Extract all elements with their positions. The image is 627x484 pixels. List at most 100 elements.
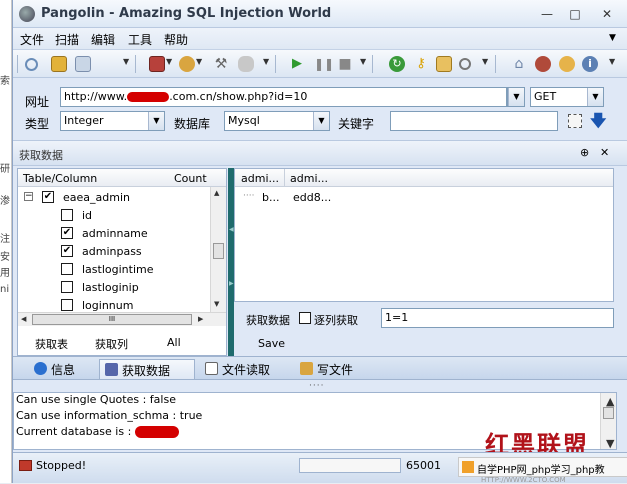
- play-icon[interactable]: ▶: [289, 56, 305, 72]
- result-cell[interactable]: edd8...: [293, 191, 331, 204]
- toolbar-dropdown-icon[interactable]: ▼: [123, 57, 129, 66]
- home-icon[interactable]: ⌂: [511, 56, 527, 72]
- toolbar-dropdown-icon[interactable]: ▼: [263, 57, 269, 66]
- stop-icon[interactable]: ■: [337, 56, 353, 72]
- key-icon[interactable]: ⚷: [413, 56, 429, 72]
- column-checkbox[interactable]: [61, 281, 73, 293]
- chevron-down-icon: ▼: [313, 112, 329, 130]
- get-columns-button[interactable]: 获取列: [95, 336, 128, 352]
- maximize-button[interactable]: □: [565, 6, 585, 22]
- url-input[interactable]: http://www. .com.cn/show.php?id=10: [60, 87, 507, 107]
- wrench-icon[interactable]: ⚒: [213, 56, 229, 72]
- column-checkbox[interactable]: [61, 209, 73, 221]
- scrollbar-thumb[interactable]: [213, 243, 224, 259]
- gutter-mark: 注: [0, 234, 10, 245]
- toolbar-dropdown-icon[interactable]: ▼: [166, 57, 172, 66]
- scroll-right-icon[interactable]: ▶: [198, 315, 203, 323]
- database-select[interactable]: Mysql ▼: [224, 111, 330, 131]
- search-icon[interactable]: [25, 58, 38, 71]
- overlay-text: 自学PHP网_php学习_php教: [477, 465, 605, 476]
- save-button[interactable]: Save: [258, 337, 285, 350]
- column-header-table[interactable]: Table/Column: [23, 172, 97, 185]
- column-header-count[interactable]: Count: [174, 172, 207, 185]
- chevron-down-icon: ▼: [587, 88, 603, 106]
- scroll-down-icon[interactable]: ▼: [604, 437, 614, 453]
- minimize-button[interactable]: —: [537, 6, 557, 22]
- bug-icon[interactable]: [535, 56, 551, 72]
- tab-file-read[interactable]: 文件读取: [200, 359, 276, 379]
- tab-info[interactable]: 信息: [29, 359, 81, 379]
- log-vertical-scrollbar[interactable]: ▲ ▼: [600, 393, 616, 450]
- type-select[interactable]: Integer ▼: [60, 111, 165, 131]
- get-tables-button[interactable]: 获取表: [35, 336, 68, 352]
- menu-overflow-icon[interactable]: ▼: [609, 33, 616, 43]
- tree-column-item[interactable]: adminpass: [82, 245, 142, 258]
- tree-column-item[interactable]: adminname: [82, 227, 148, 240]
- chevron-down-icon: ▼: [508, 88, 524, 106]
- tree-column-item[interactable]: lastlogintime: [82, 263, 154, 276]
- resize-grip[interactable]: ····: [309, 381, 324, 391]
- column-checkbox[interactable]: ✔: [61, 227, 73, 239]
- column-checkbox[interactable]: [61, 299, 73, 311]
- upload-icon[interactable]: [559, 56, 575, 72]
- row-by-row-checkbox[interactable]: [299, 312, 311, 324]
- result-column-header[interactable]: admi...: [241, 172, 279, 185]
- tree-horizontal-scrollbar[interactable]: ◀ III ▶: [18, 312, 226, 326]
- pin-icon[interactable]: ⊕: [580, 146, 589, 159]
- copy-icon[interactable]: [51, 56, 67, 72]
- keyword-input[interactable]: [390, 111, 558, 131]
- refresh-icon[interactable]: ↻: [389, 56, 405, 72]
- pause-icon[interactable]: ❚❚: [314, 56, 334, 72]
- column-checkbox[interactable]: ✔: [61, 245, 73, 257]
- table-checkbox[interactable]: ✔: [42, 191, 54, 203]
- result-column-header[interactable]: admi...: [290, 172, 328, 185]
- keyword-options-icon[interactable]: [568, 114, 582, 128]
- column-divider: [284, 169, 285, 186]
- url-history-dropdown[interactable]: ▼: [507, 87, 525, 107]
- menu-scan[interactable]: 扫描: [55, 31, 79, 48]
- menu-help[interactable]: 帮助: [164, 31, 188, 48]
- tab-fetch-data[interactable]: 获取数据: [99, 359, 195, 379]
- scroll-down-icon[interactable]: ▼: [214, 300, 219, 308]
- result-cell[interactable]: b...: [262, 191, 279, 204]
- toolbar-dropdown-icon[interactable]: ▼: [196, 57, 202, 66]
- title-bar[interactable]: Pangolin - Amazing SQL Injection World —…: [13, 0, 627, 28]
- scrollbar-thumb[interactable]: III: [32, 314, 192, 325]
- menu-edit[interactable]: 编辑: [91, 31, 115, 48]
- export-icon[interactable]: [75, 56, 91, 72]
- panel-header: 获取数据 ⊕ ✕: [13, 140, 627, 166]
- find-icon[interactable]: [459, 58, 471, 70]
- menu-file[interactable]: 文件: [20, 31, 44, 48]
- tree-table-label[interactable]: eaea_admin: [63, 191, 130, 204]
- tree-column-item[interactable]: loginnum: [82, 299, 133, 312]
- scroll-left-icon[interactable]: ◀: [21, 315, 26, 323]
- toolbar-dropdown-icon[interactable]: ▼: [360, 57, 366, 66]
- browse-icon[interactable]: [436, 56, 452, 72]
- tab-label: 信息: [51, 363, 76, 377]
- tree-column-item[interactable]: lastloginip: [82, 281, 139, 294]
- splitter-right-icon[interactable]: ▶: [229, 280, 234, 287]
- status-text: Stopped!: [36, 459, 87, 472]
- scroll-up-icon[interactable]: ▲: [214, 189, 219, 197]
- method-select[interactable]: GET ▼: [530, 87, 604, 107]
- menu-tools[interactable]: 工具: [128, 31, 152, 48]
- tree-vertical-scrollbar[interactable]: ▲ ▼: [210, 187, 226, 312]
- tree-column-item[interactable]: id: [82, 209, 92, 222]
- select-all-button[interactable]: All: [167, 336, 181, 349]
- splitter-left-icon[interactable]: ◀: [229, 226, 234, 233]
- panel-close-button[interactable]: ✕: [600, 146, 609, 159]
- tab-write-file[interactable]: 写文件: [295, 359, 359, 379]
- toolbar-dropdown-icon[interactable]: ▼: [482, 57, 488, 66]
- gutter-mark: 用: [0, 268, 10, 279]
- scrollbar-thumb[interactable]: [603, 407, 614, 419]
- database-icon[interactable]: [238, 56, 254, 72]
- table-icon[interactable]: [149, 56, 165, 72]
- range-input[interactable]: 1=1: [381, 308, 614, 328]
- arrow-down-icon[interactable]: 🡇: [590, 110, 606, 137]
- close-button[interactable]: ✕: [597, 6, 617, 22]
- column-checkbox[interactable]: [61, 263, 73, 275]
- info-icon[interactable]: i: [582, 56, 598, 72]
- toolbar-dropdown-icon[interactable]: ▼: [609, 57, 615, 66]
- tools-icon[interactable]: [179, 56, 195, 72]
- collapse-toggle-icon[interactable]: −: [24, 192, 33, 201]
